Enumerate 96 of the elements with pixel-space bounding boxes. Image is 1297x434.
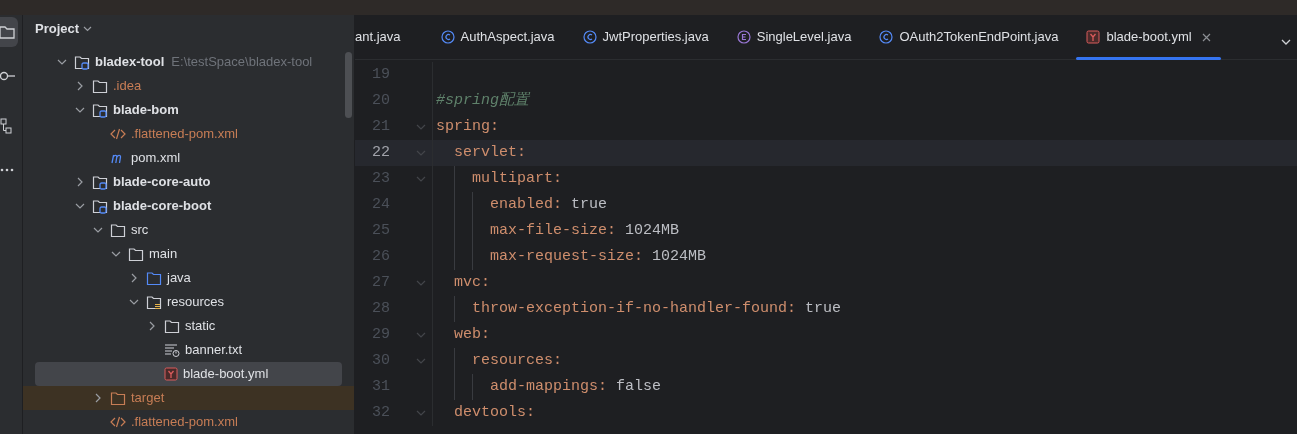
tab[interactable]: JwtProperties.java [568,15,723,59]
tree-item[interactable]: static [23,314,354,338]
tab-label: SingleLevel.java [756,28,852,47]
code-text: max-request-size: 1024MB [490,246,707,267]
code-text: mvc: [454,272,490,293]
tree-item[interactable]: src [23,218,354,242]
chevron-down-icon[interactable] [83,26,93,32]
tree-item[interactable]: bladex-tool E:\testSpace\bladex-tool [23,50,354,74]
tree-item[interactable]: banner.txt [23,338,354,362]
tree-item[interactable]: blade-bom [23,98,354,122]
tab[interactable]: ant.java [355,15,427,59]
tab[interactable]: blade-boot.yml [1072,15,1225,59]
chevron-right-icon[interactable] [95,393,101,403]
code-tag-icon [110,128,126,140]
item-label: static [185,317,216,336]
folder-icon [92,102,108,118]
folder-icon[interactable] [0,17,18,47]
folder-icon [92,78,108,94]
folder-icon [110,390,126,406]
chevron-right-icon[interactable] [77,81,83,91]
code-text: multipart: [472,168,562,189]
tab-label: AuthAspect.java [460,28,555,47]
code-text: enabled: true [490,194,608,215]
item-label: blade-bom [113,101,179,120]
tree-item[interactable]: target [23,386,354,410]
item-label: blade-core-auto [113,173,211,192]
code-comment: #spring配置 [436,90,529,111]
item-label: blade-core-boot [113,197,212,216]
yaml-file-icon [164,367,178,381]
item-label: pom.xml [131,149,181,168]
class-icon [879,30,894,44]
item-label: blade-boot.yml [183,365,269,384]
tab-label: JwtProperties.java [602,28,709,47]
panel-title[interactable]: Project [35,19,80,39]
tab-label: OAuth2TokenEndPoint.java [899,28,1059,47]
chevron-down-icon[interactable] [93,227,103,233]
chevron-right-icon[interactable] [149,321,155,331]
class-icon [582,30,597,44]
chevron-down-icon[interactable] [129,299,139,305]
code-text: web: [454,324,490,345]
chevron-right-icon[interactable] [77,177,83,187]
tab-label: ant.java [355,28,401,47]
tab-label: blade-boot.yml [1106,28,1192,47]
folder-icon [128,246,144,262]
tree-item[interactable]: blade-core-auto [23,170,354,194]
code-tag-icon [110,416,126,428]
folder-icon [146,294,162,310]
code-text: resources: [472,350,562,371]
code-text: spring: [436,116,499,137]
line-number: 22 [371,142,390,163]
chevron-down-icon[interactable] [111,251,121,257]
path-hint: E:\testSpace\bladex-tool [171,53,313,72]
tab[interactable]: SingleLevel.java [722,15,866,59]
tree-item[interactable]: java [23,266,354,290]
tree-item[interactable]: resources [23,290,354,314]
code-text: devtools: [454,402,535,423]
item-label: banner.txt [185,341,243,360]
tab[interactable]: OAuth2TokenEndPoint.java [865,15,1073,59]
chevron-down-icon[interactable] [75,203,85,209]
code-text: max-file-size: 1024MB [490,220,680,241]
item-label: .flattened-pom.xml [131,125,238,144]
code-text: throw-exception-if-no-handler-found: true [472,298,842,319]
tree-item[interactable]: .idea [23,74,354,98]
enum-icon [736,30,751,44]
tree-item[interactable]: pom.xml [23,146,354,170]
scrollbar[interactable] [345,52,352,118]
item-label: target [131,389,165,408]
folder-icon [74,54,90,70]
chevron-right-icon[interactable] [131,273,137,283]
text-file-icon [164,343,180,357]
folder-icon [92,198,108,214]
tree-item[interactable]: blade-core-boot [23,194,354,218]
item-label: .idea [113,77,142,96]
close-icon[interactable] [1201,32,1211,42]
tree-item[interactable]: blade-boot.yml [35,362,342,386]
tree-item[interactable]: .flattened-pom.xml [23,410,354,434]
item-label: bladex-tool [95,53,165,72]
item-label: main [149,245,178,264]
folder-icon [164,318,180,334]
yaml-file-icon [1086,30,1101,44]
item-label: java [167,269,191,288]
item-label: .flattened-pom.xml [131,413,238,432]
item-label: resources [167,293,225,312]
chevron-down-icon[interactable] [1281,39,1291,45]
tree-item[interactable]: .flattened-pom.xml [23,122,354,146]
tab[interactable]: AuthAspect.java [426,15,569,59]
code-text: add-mappings: false [490,376,662,397]
folder-icon [110,222,126,238]
chevron-down-icon[interactable] [57,59,67,65]
chevron-down-icon[interactable] [75,107,85,113]
code-text: servlet: [454,142,526,163]
folder-icon [92,174,108,190]
item-label: src [131,221,149,240]
tree-item[interactable]: main [23,242,354,266]
class-icon [440,30,455,44]
folder-icon [146,270,162,286]
